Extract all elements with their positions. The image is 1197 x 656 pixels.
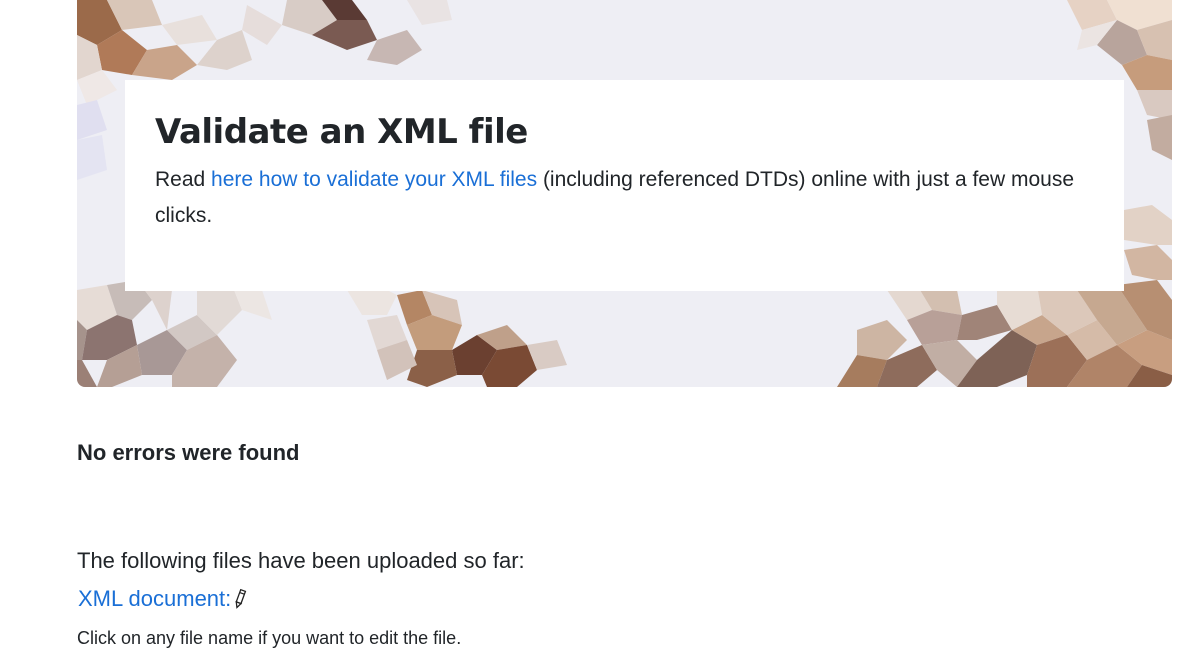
- uploaded-file-item: XML document:: [78, 586, 248, 612]
- edit-file-hint: Click on any file name if you want to ed…: [77, 628, 462, 648]
- validation-help-link[interactable]: here how to validate your XML files: [211, 168, 537, 191]
- page-title: Validate an XML file: [155, 112, 528, 152]
- hero-text-before: Read: [155, 168, 212, 191]
- xml-document-link[interactable]: XML document:: [78, 586, 231, 612]
- hero-card: Validate an XML file Read here how to va…: [125, 80, 1124, 291]
- hero-description: Read here how to validate your XML files…: [155, 162, 1094, 234]
- hero-banner: Validate an XML file Read here how to va…: [77, 0, 1172, 387]
- uploaded-files-intro: The following files have been uploaded s…: [77, 548, 525, 573]
- validation-status: No errors were found: [77, 440, 300, 465]
- pencil-icon[interactable]: [232, 588, 248, 610]
